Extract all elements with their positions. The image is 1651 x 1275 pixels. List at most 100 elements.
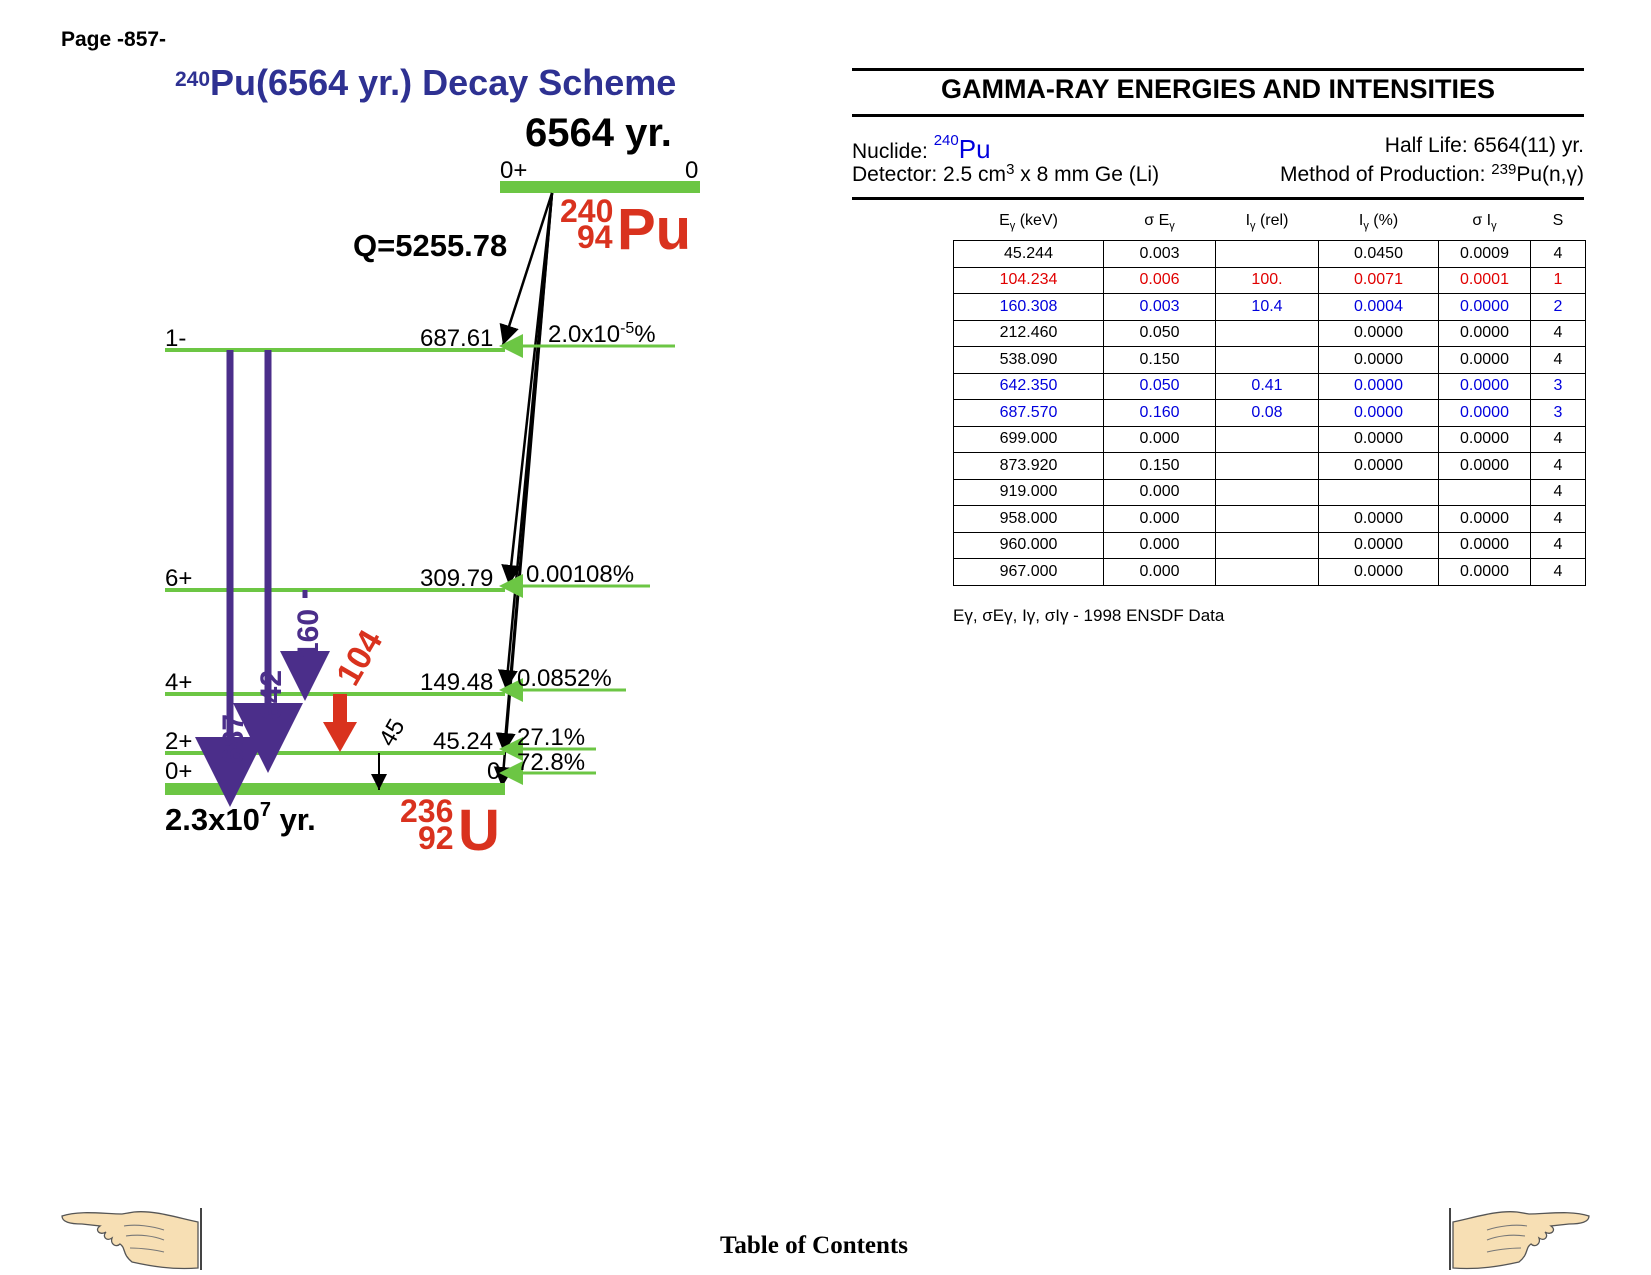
table-cell: 0.41: [1215, 372, 1319, 400]
table-cell: 45.244: [953, 240, 1104, 268]
table-cell: 0.0000: [1438, 531, 1531, 559]
table-cell: 0.000: [1103, 425, 1216, 453]
table-cell: 0.000: [1103, 505, 1216, 533]
table-cell: 0.0000: [1318, 452, 1439, 480]
level-line: 6+ 309.79 0.00108%: [165, 561, 650, 598]
table-row: 538.090 0.150 0.0000 0.0000 4: [953, 346, 1586, 374]
pointing-hand-right-icon[interactable]: [1449, 1208, 1591, 1272]
table-cell: 0.0000: [1438, 372, 1531, 400]
table-cell: 4: [1530, 319, 1586, 347]
gamma-transition: 687: [195, 350, 265, 807]
table-cell: 642.350: [953, 372, 1104, 400]
svg-text:309.79: 309.79: [420, 565, 493, 592]
table-row: 212.460 0.050 0.0000 0.0000 4: [953, 319, 1586, 347]
table-cell: [1215, 558, 1319, 586]
table-cell: 4: [1530, 478, 1586, 506]
table-cell: 0.0000: [1438, 505, 1531, 533]
table-row: 699.000 0.000 0.0000 0.0000 4: [953, 425, 1586, 453]
table-cell: 0.0000: [1438, 558, 1531, 586]
table-cell: 0.0000: [1318, 346, 1439, 374]
svg-text:27.1%: 27.1%: [517, 724, 585, 751]
col-sigma-energy: σ Eγ: [1144, 212, 1175, 233]
table-cell: 4: [1530, 346, 1586, 374]
parent-half-life: 6564 yr.: [525, 111, 672, 155]
col-source: S: [1552, 212, 1564, 229]
table-cell: 0.0009: [1438, 240, 1531, 268]
table-cell: 0.0071: [1318, 266, 1439, 294]
table-cell: [1215, 319, 1319, 347]
table-cell: 0.050: [1103, 319, 1216, 347]
table-row: 642.350 0.050 0.41 0.0000 0.0000 3: [953, 372, 1586, 400]
table-cell: 0.0000: [1438, 319, 1531, 347]
table-cell: 958.000: [953, 505, 1104, 533]
table-cell: 0.050: [1103, 372, 1216, 400]
table-cell: 104.234: [953, 266, 1104, 294]
level-line: 4+ 149.48 0.0852%: [165, 665, 626, 702]
table-row: 960.000 0.000 0.0000 0.0000 4: [953, 531, 1586, 559]
svg-text:160: 160: [292, 609, 325, 659]
table-cell: 0.000: [1103, 478, 1216, 506]
pointing-hand-left-icon[interactable]: [60, 1208, 202, 1272]
panel-title: GAMMA-RAY ENERGIES AND INTENSITIES: [940, 74, 1496, 104]
table-cell: 0.160: [1103, 399, 1216, 427]
table-cell: 919.000: [953, 478, 1104, 506]
table-cell: 160.308: [953, 293, 1104, 321]
table-cell: 0.0004: [1318, 293, 1439, 321]
parent-energy: 0: [685, 157, 698, 184]
table-cell: 0.0000: [1318, 531, 1439, 559]
table-cell: 0.08: [1215, 399, 1319, 427]
table-cell: 4: [1530, 425, 1586, 453]
daughter-half-life: 2.3x107 yr.: [165, 799, 316, 837]
table-cell: [1215, 478, 1319, 506]
alpha-decay-lines: [493, 192, 554, 788]
table-cell: 4: [1530, 452, 1586, 480]
col-intensity-rel: Iγ (rel): [1245, 212, 1289, 233]
half-life: Half Life: 6564(11) yr.: [1384, 134, 1584, 157]
parent-symbol: Pu: [617, 197, 691, 262]
table-cell: 0.0000: [1318, 399, 1439, 427]
daughter-atomic-number: 92: [418, 820, 454, 856]
table-cell: 0.0000: [1438, 346, 1531, 374]
svg-text:72.8%: 72.8%: [517, 749, 585, 776]
table-cell: 0.003: [1103, 293, 1216, 321]
table-cell: 4: [1530, 505, 1586, 533]
table-cell: 3: [1530, 399, 1586, 427]
table-cell: 967.000: [953, 558, 1104, 586]
table-cell: 0.0000: [1438, 425, 1531, 453]
table-cell: 2: [1530, 293, 1586, 321]
svg-text:1-: 1-: [165, 325, 186, 352]
panel-top-rule: [852, 68, 1584, 71]
table-cell: 0.150: [1103, 452, 1216, 480]
table-cell: 100.: [1215, 266, 1319, 294]
table-cell: 3: [1530, 372, 1586, 400]
table-cell: 0.000: [1103, 531, 1216, 559]
table-row: 104.234 0.006 100. 0.0071 0.0001 1: [953, 266, 1586, 294]
table-cell: 0.0000: [1318, 425, 1439, 453]
table-cell: [1318, 478, 1439, 506]
svg-text:104: 104: [329, 624, 390, 692]
data-source-footnote: Eγ, σEγ, Iγ, σIγ - 1998 ENSDF Data: [953, 606, 1225, 625]
table-of-contents-link[interactable]: Table of Contents: [720, 1232, 908, 1260]
table-cell: 0.000: [1103, 558, 1216, 586]
panel-title-rule: [852, 114, 1584, 117]
parent-atomic-number: 94: [577, 219, 613, 255]
svg-text:45: 45: [374, 714, 411, 751]
table-cell: [1215, 531, 1319, 559]
table-cell: [1215, 452, 1319, 480]
svg-text:45.24: 45.24: [433, 728, 493, 755]
table-cell: 0.003: [1103, 240, 1216, 268]
table-cell: 0.0000: [1438, 452, 1531, 480]
gamma-transition: 160: [280, 590, 330, 701]
col-sigma-intensity: σ Iγ: [1472, 212, 1497, 233]
table-cell: 1: [1530, 266, 1586, 294]
table-cell: [1215, 346, 1319, 374]
table-cell: 0.0000: [1438, 293, 1531, 321]
table-cell: 0.0000: [1318, 319, 1439, 347]
col-intensity-pct: Iγ (%): [1358, 212, 1399, 233]
decay-scheme-diagram: 6564 yr. 0+ 0 240 94 Pu Q=5255.78 1- 687…: [165, 111, 700, 863]
table-cell: 873.920: [953, 452, 1104, 480]
svg-text:2.0x10-5%: 2.0x10-5%: [548, 320, 656, 348]
table-header-row: Eγ (keV) σ Eγ Iγ (rel) Iγ (%) σ Iγ S: [954, 212, 1586, 241]
parent-spin: 0+: [500, 157, 527, 184]
table-cell: 0.006: [1103, 266, 1216, 294]
